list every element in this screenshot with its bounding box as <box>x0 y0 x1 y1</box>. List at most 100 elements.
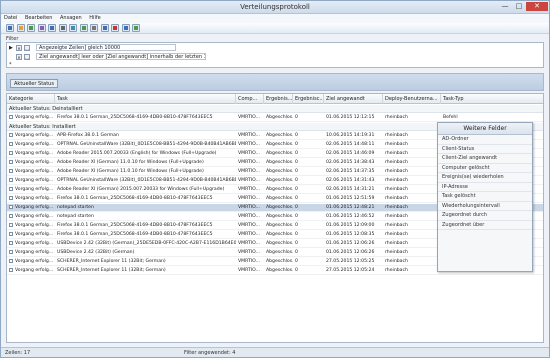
row-checkbox[interactable] <box>9 267 13 272</box>
group-tag[interactable]: Aktueller Status <box>10 79 58 88</box>
column-header[interactable]: Deploy-Benutzerna... <box>383 94 441 104</box>
cell-text: Abgeschlos... <box>266 196 293 201</box>
cell-text: VMRTIO... <box>238 196 260 201</box>
row-checkbox[interactable] <box>9 150 13 155</box>
cell-task: notepad starten <box>55 213 236 221</box>
cell-text: Vorgang erfolg... <box>15 187 54 192</box>
cell-comp: VMRTIO... <box>236 231 264 239</box>
row-checkbox[interactable] <box>9 132 13 137</box>
cell-comp: VMRTIO... <box>236 213 264 221</box>
cell-text: VMRTIO... <box>238 259 260 264</box>
cell-text: rheinbach <box>385 115 408 120</box>
row-checkbox[interactable] <box>9 231 13 236</box>
cell-text: 0 <box>295 169 298 174</box>
field-item[interactable]: Client-Status <box>438 145 532 154</box>
minimize-button[interactable]: — <box>498 2 512 11</box>
cell-comp: VMRTIO... <box>236 222 264 230</box>
row-checkbox[interactable] <box>9 141 13 146</box>
field-item[interactable]: Wiederholungsintervall <box>438 202 532 211</box>
menu-ansagen[interactable]: Ansagen <box>57 14 85 22</box>
cell-comp: VMRTIO... <box>236 267 264 275</box>
refresh-icon[interactable] <box>79 24 88 32</box>
delete-icon[interactable] <box>111 24 119 32</box>
field-item[interactable]: IP-Adresse <box>438 183 532 192</box>
group-row[interactable]: Aktueller Status: Deinstalliert <box>7 105 543 113</box>
column-header[interactable]: Kategorie <box>7 94 55 104</box>
field-item[interactable]: Client-Ziel angewandt <box>438 154 532 164</box>
field-item[interactable]: Ereignis(se) wiederholen <box>438 173 532 183</box>
filter-options-icon[interactable]: … <box>24 54 30 60</box>
row-checkbox[interactable] <box>9 240 13 245</box>
run-icon[interactable] <box>132 24 140 32</box>
menu-datei[interactable]: Datei <box>1 14 20 22</box>
menu-bearbeiten[interactable]: Bearbeiten <box>22 14 55 22</box>
settings-icon[interactable] <box>90 24 98 32</box>
copy-icon[interactable] <box>48 24 56 32</box>
cell-task: OPTRNAL GeUninstallWare (32Bit)_0D1E5C08… <box>55 177 236 185</box>
row-checkbox[interactable] <box>9 114 13 119</box>
row-checkbox[interactable] <box>9 204 13 209</box>
row-checkbox[interactable] <box>9 249 13 254</box>
export-icon-glyph <box>29 26 33 30</box>
open-icon-glyph <box>18 26 23 30</box>
maximize-button[interactable]: □ <box>512 2 526 11</box>
open-icon[interactable] <box>16 24 25 32</box>
cell-text: rheinbach <box>385 241 408 246</box>
row-checkbox[interactable] <box>9 258 13 263</box>
cell-erg: Abgeschlos... <box>264 168 293 176</box>
cell-comp: VMRTIO... <box>236 195 264 203</box>
column-header[interactable]: Task-Typ <box>441 94 543 104</box>
cell-ergc: 0 <box>293 231 324 239</box>
row-checkbox[interactable] <box>9 195 13 200</box>
cell-kat: Vorgang erfolg... <box>7 114 55 122</box>
cell-user: rheinbach <box>383 195 441 203</box>
table-row[interactable]: Vorgang erfolg... Firefox 38.0.1 German_2… <box>7 114 543 122</box>
add-filter-icon[interactable]: * <box>9 61 12 69</box>
save-icon[interactable] <box>6 24 14 32</box>
cell-text: Abgeschlos... <box>266 133 293 138</box>
filter-condition[interactable]: Angezeigte Zeilen] gleich 10000 <box>36 44 176 51</box>
column-header[interactable]: Comp... <box>236 94 264 104</box>
cell-text: 0 <box>295 205 298 210</box>
row-checkbox[interactable] <box>9 213 13 218</box>
cell-text: VMRTIO... <box>238 160 260 165</box>
close-button[interactable]: ✕ <box>526 2 548 11</box>
field-item[interactable]: AD-Ordner <box>438 135 532 145</box>
print-icon[interactable] <box>58 24 67 32</box>
row-checkbox[interactable] <box>9 168 13 173</box>
help-icon[interactable] <box>121 24 130 32</box>
cell-text: notepad starten <box>57 205 94 210</box>
column-header[interactable]: Ziel angewandt <box>324 94 383 104</box>
cell-ziel: 01.06.2015 12:51:59 <box>324 195 383 203</box>
cell-text: 01.06.2015 12:06:26 <box>326 250 375 255</box>
delete-filter-icon[interactable]: ✕ <box>16 54 22 60</box>
column-header[interactable]: Ergebnis... <box>264 94 293 104</box>
row-checkbox[interactable] <box>9 186 13 191</box>
cell-text: 0 <box>295 133 298 138</box>
cell-typ: Befehl <box>441 114 543 122</box>
info-icon[interactable] <box>100 24 109 32</box>
field-item[interactable]: Task gelöscht <box>438 192 532 202</box>
column-header[interactable]: Task <box>55 94 236 104</box>
column-header[interactable]: Ergebnisc... <box>293 94 324 104</box>
menu-hilfe[interactable]: Hilfe <box>86 14 103 22</box>
field-item[interactable]: Zugeordnet durch <box>438 211 532 221</box>
cell-user: rheinbach <box>383 141 441 149</box>
row-checkbox[interactable] <box>9 222 13 227</box>
row-checkbox[interactable] <box>9 177 13 182</box>
cell-text: Firefox 38.0.1 German_25DC5068-4169-4DB0… <box>57 232 213 237</box>
cell-text: 0 <box>295 115 298 120</box>
filter-condition[interactable]: Ziel angewandt] leer oder [Ziel angewand… <box>36 53 206 60</box>
row-checkbox[interactable] <box>9 159 13 164</box>
export-icon[interactable] <box>27 24 35 32</box>
filter-icon[interactable] <box>37 24 46 32</box>
filter-options-icon[interactable]: … <box>24 45 30 51</box>
field-item[interactable]: Computer gelöscht <box>438 164 532 173</box>
field-item[interactable]: Zugeordnet über <box>438 221 532 230</box>
cell-task: Adobe Reader XI (German) 11.0.10 for Win… <box>55 168 236 176</box>
cell-text: Abgeschlos... <box>266 268 293 273</box>
cell-text: 01.06.2015 12:51:59 <box>326 196 375 201</box>
delete-filter-icon[interactable]: ✕ <box>16 45 22 51</box>
cell-erg: Abgeschlos... <box>264 213 293 221</box>
columns-icon[interactable] <box>69 24 77 32</box>
